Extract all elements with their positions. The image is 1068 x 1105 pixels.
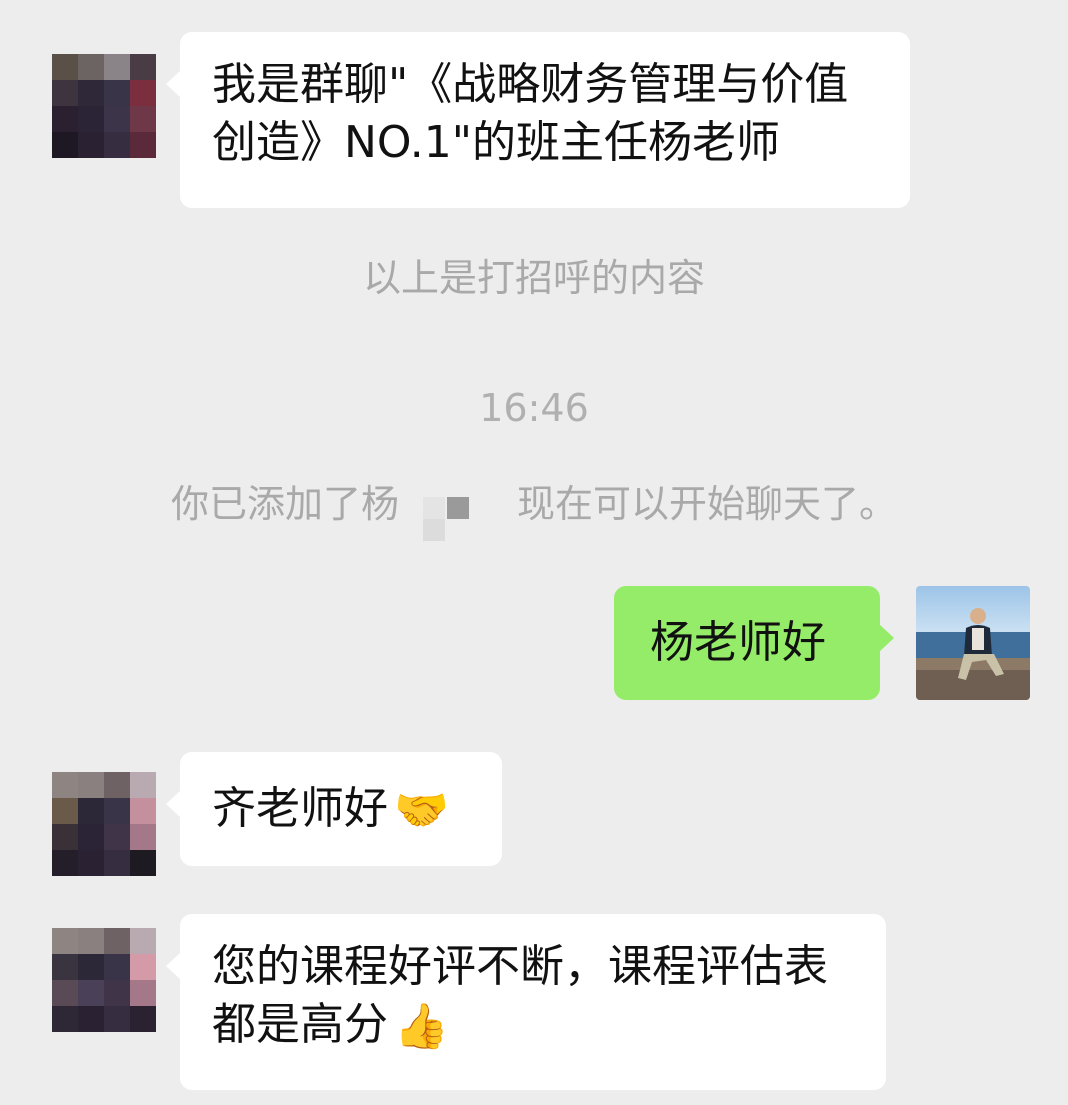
greeting-note: 以上是打招呼的内容 [362, 256, 705, 300]
message-text: 杨老师好 [650, 617, 826, 668]
timestamp: 16:46 [479, 386, 589, 430]
message-text: 齐老师好 [212, 783, 388, 834]
thumbs-up-icon: 👍 [394, 1001, 449, 1052]
message-bubble[interactable]: 我是群聊"《战略财务管理与价值创造》NO.1"的班主任杨老师 [166, 32, 910, 208]
message-text: 我是群聊"《战略财务管理与价值创造》NO.1"的班主任杨老师 [212, 59, 849, 168]
profile-photo [916, 586, 1030, 700]
added-suffix: 现在可以开始聊天了。 [517, 482, 898, 526]
message-bubble[interactable]: 齐老师好 🤝 [166, 752, 502, 866]
contact-avatar[interactable] [52, 928, 156, 1032]
friend-added-notice: 你已添加了杨 现在可以开始聊天了。 [0, 480, 1068, 541]
handshake-icon: 🤝 [394, 785, 449, 836]
my-avatar[interactable] [916, 586, 1030, 700]
contact-avatar[interactable] [52, 772, 156, 876]
my-message-bubble[interactable]: 杨老师好 [614, 586, 894, 700]
message-text: 您的课程好评不断，课程评估表都是高分 [212, 941, 828, 1050]
contact-avatar[interactable] [52, 54, 156, 158]
message-bubble[interactable]: 您的课程好评不断，课程评估表都是高分 👍 [166, 914, 886, 1090]
added-prefix: 你已添加了杨 [170, 482, 399, 526]
redacted-name [423, 483, 477, 541]
